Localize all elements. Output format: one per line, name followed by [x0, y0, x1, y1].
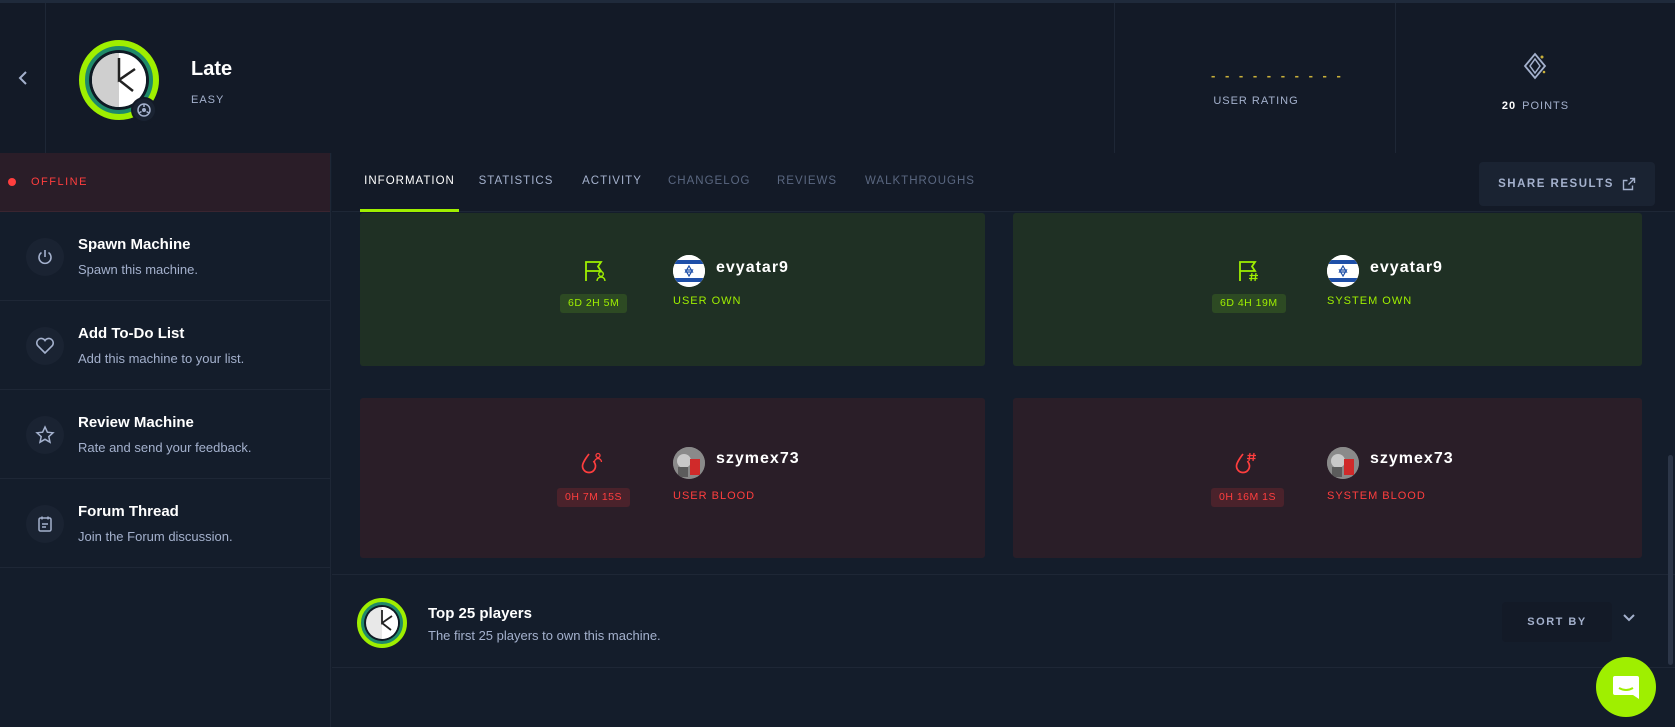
sidebar-item-review-machine[interactable]: Review Machine Rate and send your feedba…: [0, 390, 330, 479]
time-badge: 6D 4H 19M: [1212, 294, 1286, 313]
sidebar-item-subtitle: Join the Forum discussion.: [78, 529, 233, 544]
rating-label: USER RATING: [1213, 95, 1299, 107]
machine-name: Late: [191, 58, 233, 80]
heart-icon: [26, 327, 64, 365]
user-blood-icon: [581, 452, 603, 474]
card-username: szymex73: [1370, 450, 1454, 467]
chat-support-button[interactable]: [1596, 657, 1656, 717]
card-username: szymex73: [716, 450, 800, 467]
points-label: POINTS: [1522, 100, 1570, 112]
top-players-title: Top 25 players: [428, 605, 532, 622]
card-type-label: USER OWN: [673, 295, 742, 307]
chevron-left-icon: [18, 71, 27, 85]
first-system-own-card: 6D 4H 19M evyatar9 SYSTEM OWN: [1013, 213, 1642, 366]
chevron-down-icon[interactable]: [1622, 613, 1636, 623]
external-link-icon: [1622, 177, 1636, 191]
system-flag-icon: [1239, 261, 1258, 282]
israel-flag-avatar[interactable]: [673, 255, 705, 287]
top-players-subtitle: The first 25 players to own this machine…: [428, 628, 661, 643]
first-system-blood-card: 0H 16M 1S szymex73 SYSTEM BLOOD: [1013, 398, 1642, 558]
top-players-section: Top 25 players The first 25 players to o…: [332, 574, 1675, 668]
user-avatar[interactable]: [1327, 447, 1359, 479]
tab-walkthroughs[interactable]: WALKTHROUGHS: [865, 153, 974, 212]
sidebar-item-title: Forum Thread: [78, 503, 179, 520]
tab-changelog[interactable]: CHANGELOG: [668, 153, 750, 212]
sidebar: OFFLINE Spawn Machine Spawn this machine…: [0, 153, 331, 727]
card-type-label: SYSTEM BLOOD: [1327, 490, 1426, 502]
user-avatar[interactable]: [673, 447, 705, 479]
status-dot: [8, 178, 16, 186]
sidebar-item-add-todo[interactable]: Add To-Do List Add this machine to your …: [0, 301, 330, 390]
sort-by-button[interactable]: SORT BY: [1502, 602, 1612, 642]
card-username-link[interactable]: evyatar9: [1370, 259, 1443, 277]
sidebar-item-subtitle: Rate and send your feedback.: [78, 440, 252, 455]
israel-flag-avatar[interactable]: [1327, 255, 1359, 287]
points-value: 20: [1501, 100, 1517, 112]
sidebar-item-title: Review Machine: [78, 414, 194, 431]
chat-icon: [1613, 676, 1639, 699]
os-linux-icon: [131, 97, 157, 123]
machine-avatar-small: [357, 598, 407, 648]
machine-difficulty: EASY: [191, 94, 225, 106]
sidebar-item-forum-thread[interactable]: Forum Thread Join the Forum discussion.: [0, 479, 330, 568]
status-label: OFFLINE: [31, 176, 88, 188]
tab-information[interactable]: INFORMATION: [360, 153, 459, 212]
power-icon: [26, 238, 64, 276]
time-badge: 6D 2H 5M: [560, 294, 628, 313]
tab-activity[interactable]: ACTIVITY: [577, 153, 647, 212]
user-flag-icon: [585, 261, 606, 282]
sidebar-item-subtitle: Add this machine to your list.: [78, 351, 245, 366]
sidebar-item-spawn-machine[interactable]: Spawn Machine Spawn this machine.: [0, 212, 330, 301]
tab-bar: INFORMATION STATISTICS ACTIVITY CHANGELO…: [332, 153, 1675, 212]
time-badge: 0H 7M 15S: [557, 488, 631, 507]
first-user-own-card: 6D 2H 5M evyatar9 USER OWN: [360, 213, 985, 366]
points-diamond-icon: [1523, 52, 1547, 80]
back-button[interactable]: [0, 3, 46, 153]
machine-status: OFFLINE: [0, 153, 330, 212]
sidebar-item-title: Add To-Do List: [78, 325, 185, 342]
system-blood-icon: [1235, 452, 1256, 474]
sidebar-item-subtitle: Spawn this machine.: [78, 262, 198, 277]
star-icon: [26, 416, 64, 454]
machine-header: Late EASY - - - - - - - - - - USER RATIN…: [0, 0, 1675, 153]
machine-points: 20 POINTS: [1396, 3, 1675, 153]
share-results-label: SHARE RESULTS: [1498, 178, 1614, 190]
points-text: 20 POINTS: [1396, 100, 1675, 112]
card-username-link[interactable]: evyatar9: [716, 259, 789, 277]
first-user-blood-card: 0H 7M 15S szymex73 USER BLOOD: [360, 398, 985, 558]
card-type-label: USER BLOOD: [673, 490, 756, 502]
scrollbar-thumb[interactable]: [1668, 455, 1673, 665]
tab-statistics[interactable]: STATISTICS: [475, 153, 557, 212]
sidebar-item-title: Spawn Machine: [78, 236, 191, 253]
rating-dots: - - - - - - - - - -: [1211, 68, 1344, 83]
forum-icon: [26, 505, 64, 543]
card-type-label: SYSTEM OWN: [1327, 295, 1413, 307]
tab-reviews[interactable]: REVIEWS: [777, 153, 837, 212]
user-rating: - - - - - - - - - - USER RATING: [1114, 3, 1396, 153]
time-badge: 0H 16M 1S: [1211, 488, 1285, 507]
share-results-button[interactable]: SHARE RESULTS: [1479, 162, 1655, 206]
